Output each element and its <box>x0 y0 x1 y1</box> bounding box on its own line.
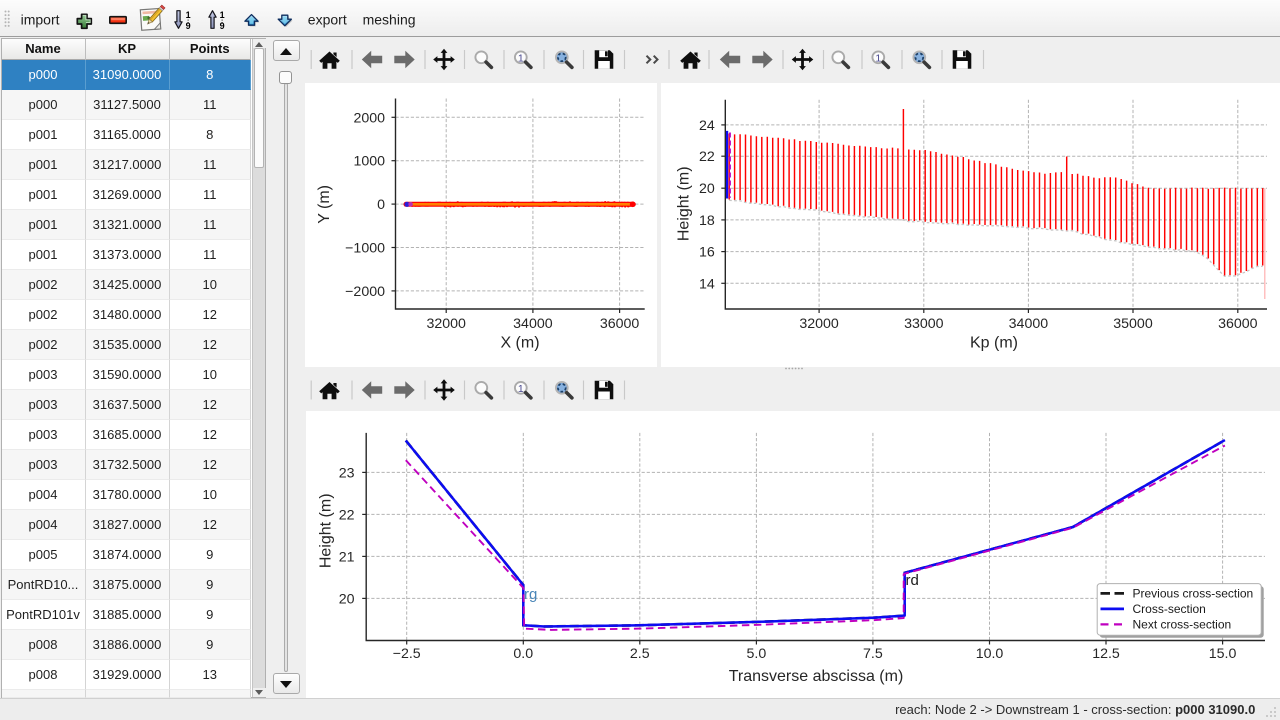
svg-text:rg: rg <box>524 586 537 603</box>
svg-text:23: 23 <box>339 465 355 481</box>
svg-text:33000: 33000 <box>904 316 944 332</box>
svg-text:Cross-section: Cross-section <box>1133 602 1206 616</box>
svg-text:7.5: 7.5 <box>863 646 883 662</box>
svg-text:32000: 32000 <box>799 316 839 332</box>
svg-text:0.0: 0.0 <box>513 646 533 662</box>
svg-text:18: 18 <box>699 213 715 229</box>
svg-text:20: 20 <box>699 181 715 197</box>
svg-text:−1000: −1000 <box>345 241 385 257</box>
svg-text:14: 14 <box>699 276 715 292</box>
svg-text:15.0: 15.0 <box>1209 646 1237 662</box>
svg-text:22: 22 <box>699 149 715 165</box>
svg-text:X (m): X (m) <box>500 335 539 352</box>
svg-text:2.5: 2.5 <box>630 646 650 662</box>
svg-text:Kp (m): Kp (m) <box>970 335 1018 352</box>
svg-text:1: 1 <box>186 10 191 20</box>
svg-text:−2.5: −2.5 <box>393 646 421 662</box>
svg-text:Next cross-section: Next cross-section <box>1133 617 1232 631</box>
svg-text:34000: 34000 <box>513 316 553 332</box>
svg-text:import: import <box>21 12 60 28</box>
svg-text:12.5: 12.5 <box>1092 646 1120 662</box>
svg-text:20: 20 <box>339 591 355 607</box>
svg-text:22: 22 <box>339 507 355 523</box>
svg-text:Y (m): Y (m) <box>316 185 333 224</box>
svg-text:Previous cross-section: Previous cross-section <box>1133 586 1254 600</box>
svg-text:21: 21 <box>339 549 355 565</box>
svg-text:Height (m): Height (m) <box>676 166 693 241</box>
svg-text:32000: 32000 <box>426 316 466 332</box>
svg-text:35000: 35000 <box>1113 316 1153 332</box>
svg-text:36000: 36000 <box>1218 316 1258 332</box>
svg-text:34000: 34000 <box>1009 316 1049 332</box>
svg-text:10.0: 10.0 <box>976 646 1004 662</box>
svg-text:1000: 1000 <box>353 154 385 170</box>
svg-text:meshing: meshing <box>363 12 416 28</box>
svg-text:−2000: −2000 <box>345 284 385 300</box>
svg-text:36000: 36000 <box>600 316 640 332</box>
svg-text:Transverse abscissa (m): Transverse abscissa (m) <box>729 668 904 685</box>
svg-text:export: export <box>308 12 347 28</box>
svg-text:24: 24 <box>699 118 715 134</box>
svg-text:1: 1 <box>220 10 225 20</box>
svg-text:Height (m): Height (m) <box>318 493 335 568</box>
svg-text:5.0: 5.0 <box>747 646 767 662</box>
svg-text:rd: rd <box>906 572 919 589</box>
svg-text:2000: 2000 <box>353 110 385 126</box>
svg-text:16: 16 <box>699 245 715 261</box>
svg-text:0: 0 <box>377 197 385 213</box>
